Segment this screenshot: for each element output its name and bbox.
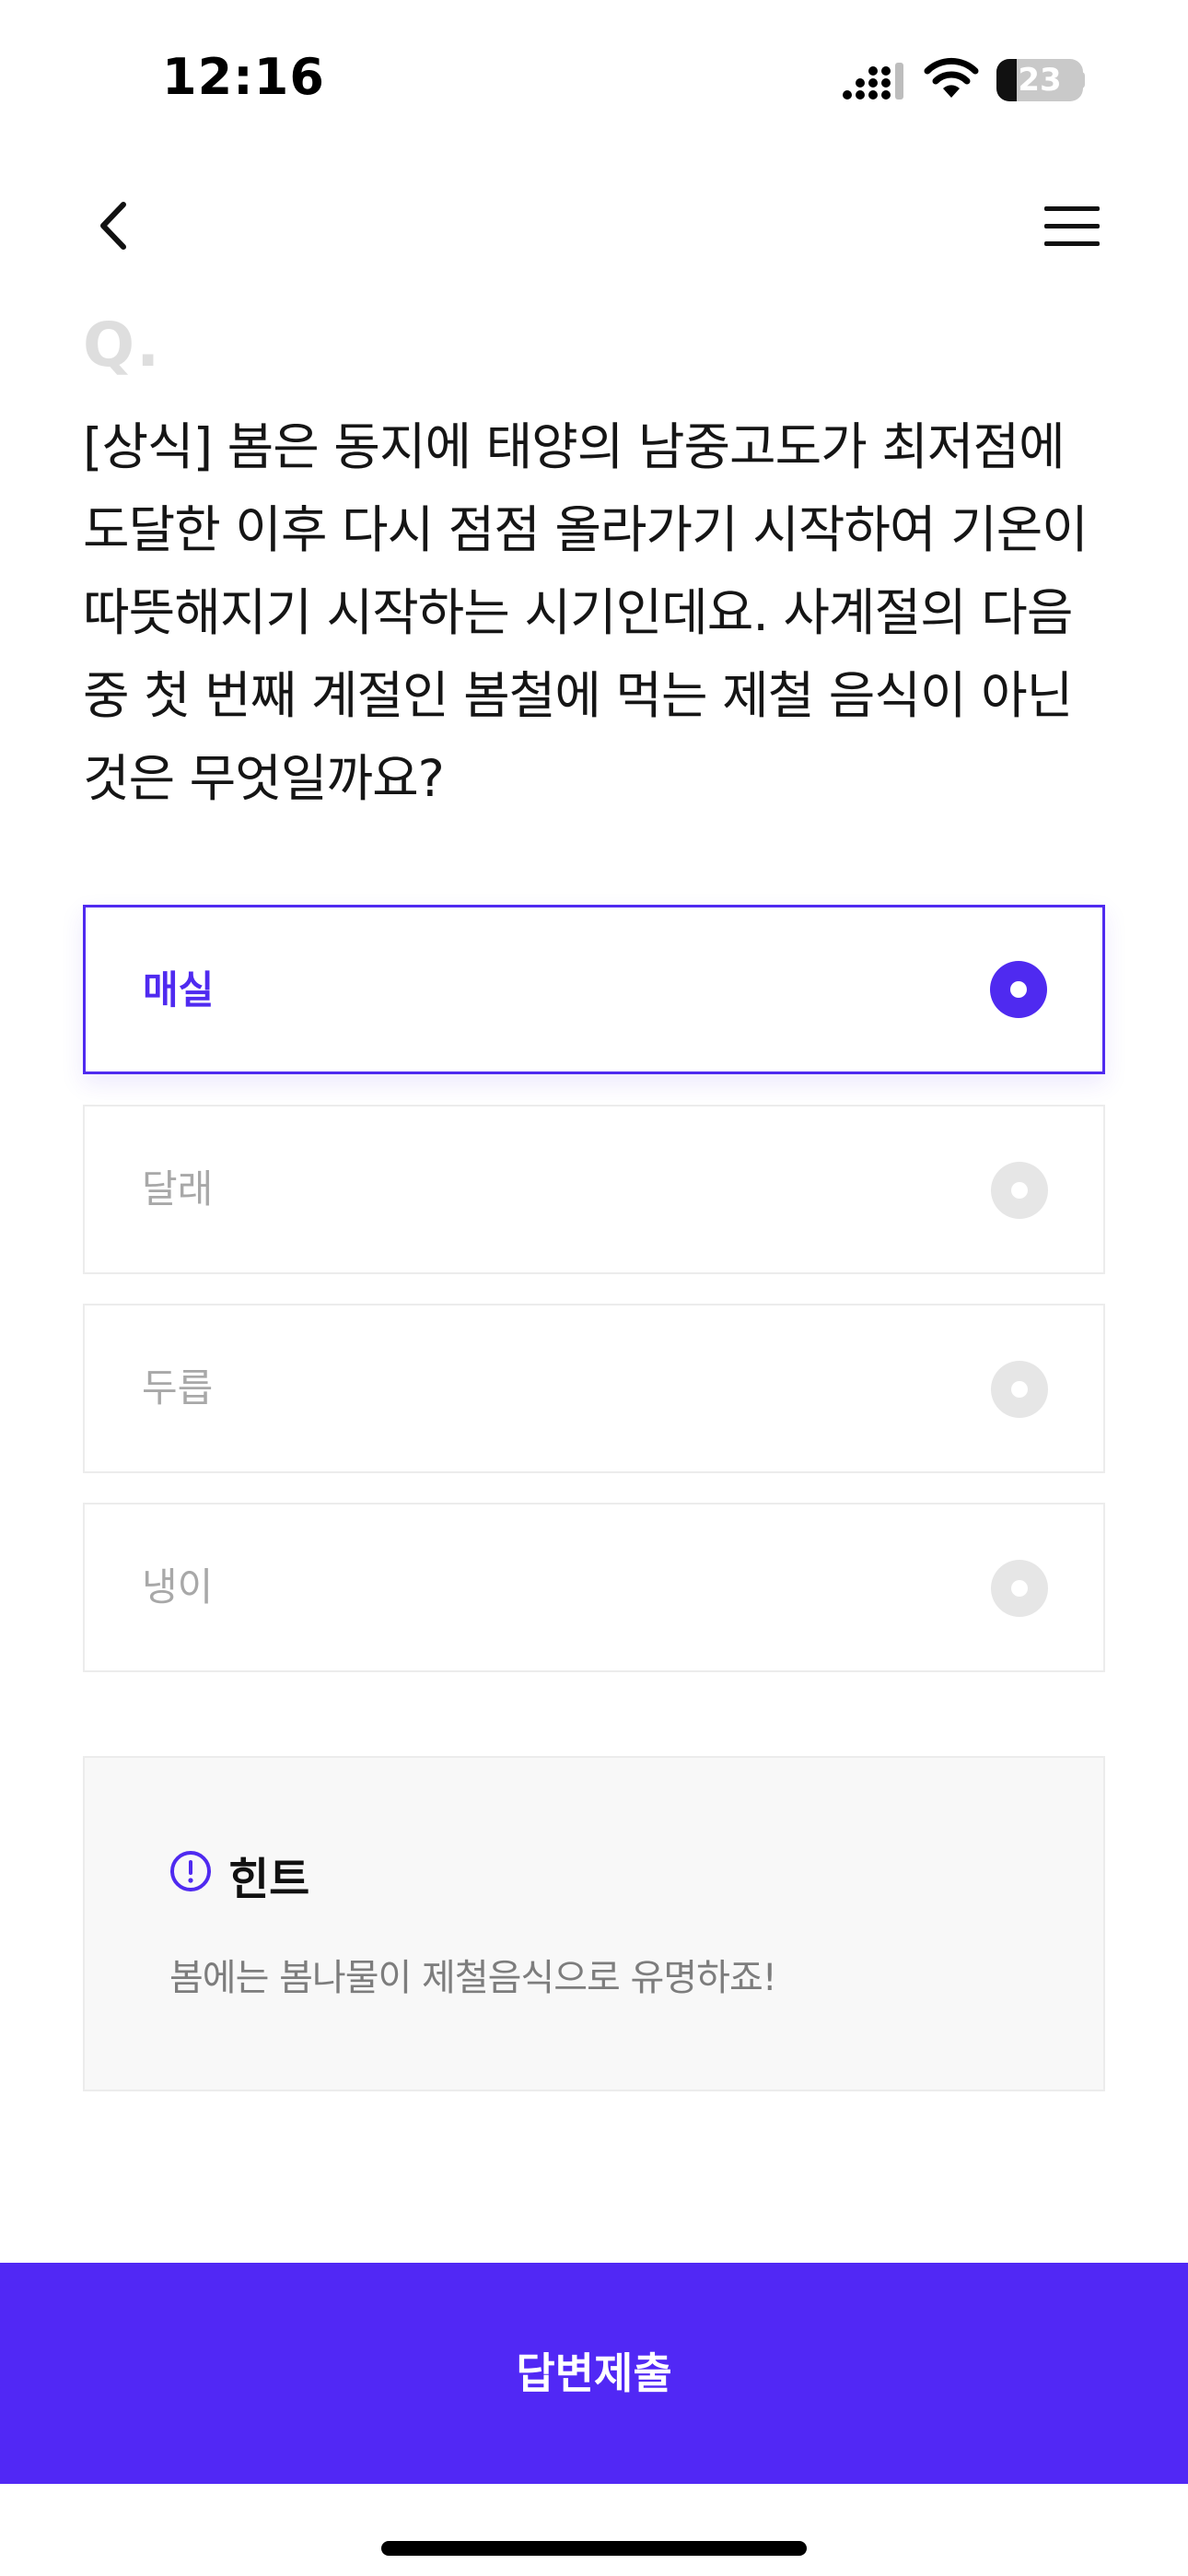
hint-box: 힌트 봄에는 봄나물이 제철음식으로 유명하죠! (83, 1756, 1105, 2091)
hint-title: 힌트 (228, 1854, 310, 1905)
chevron-left-icon (100, 202, 126, 250)
menu-button[interactable] (1031, 190, 1105, 263)
status-bar: 12:16 23 (0, 0, 1188, 157)
submit-answer-button[interactable]: 답변제출 (0, 2263, 1188, 2484)
option-label: 두릅 (142, 1365, 214, 1411)
radio-unselected-icon[interactable] (991, 1361, 1048, 1418)
back-button[interactable] (83, 184, 147, 267)
hamburger-menu-icon (1044, 206, 1100, 246)
radio-selected-icon[interactable] (990, 961, 1047, 1018)
battery-level: 23 (1018, 62, 1062, 99)
option-item[interactable]: 달래 (83, 1105, 1105, 1274)
quiz-screen: 12:16 23 Q. [상식] 봄은 동지에 태양의 남중고도가 최저점에 도… (0, 0, 1188, 2576)
radio-unselected-icon[interactable] (991, 1560, 1048, 1617)
battery-cap (1079, 72, 1085, 88)
cellular-signal-icon (843, 63, 903, 100)
status-time: 12:16 (162, 48, 325, 106)
option-label: 달래 (142, 1166, 214, 1212)
option-label: 매실 (143, 967, 215, 1013)
option-label: 냉이 (142, 1564, 214, 1610)
option-item[interactable]: 매실 (83, 905, 1105, 1074)
hint-text: 봄에는 봄나물이 제철음식으로 유명하죠! (169, 1957, 777, 1999)
radio-unselected-icon[interactable] (991, 1162, 1048, 1219)
wifi-icon (924, 57, 979, 98)
option-item[interactable]: 두릅 (83, 1304, 1105, 1473)
question-text: [상식] 봄은 동지에 태양의 남중고도가 최저점에 도달한 이후 다시 점점 … (83, 417, 1089, 808)
home-indicator (381, 2541, 807, 2556)
option-item[interactable]: 냉이 (83, 1503, 1105, 1672)
exclamation-circle-icon (170, 1851, 211, 1891)
battery-icon: 23 (996, 59, 1083, 101)
question-marker: Q. (83, 310, 162, 381)
